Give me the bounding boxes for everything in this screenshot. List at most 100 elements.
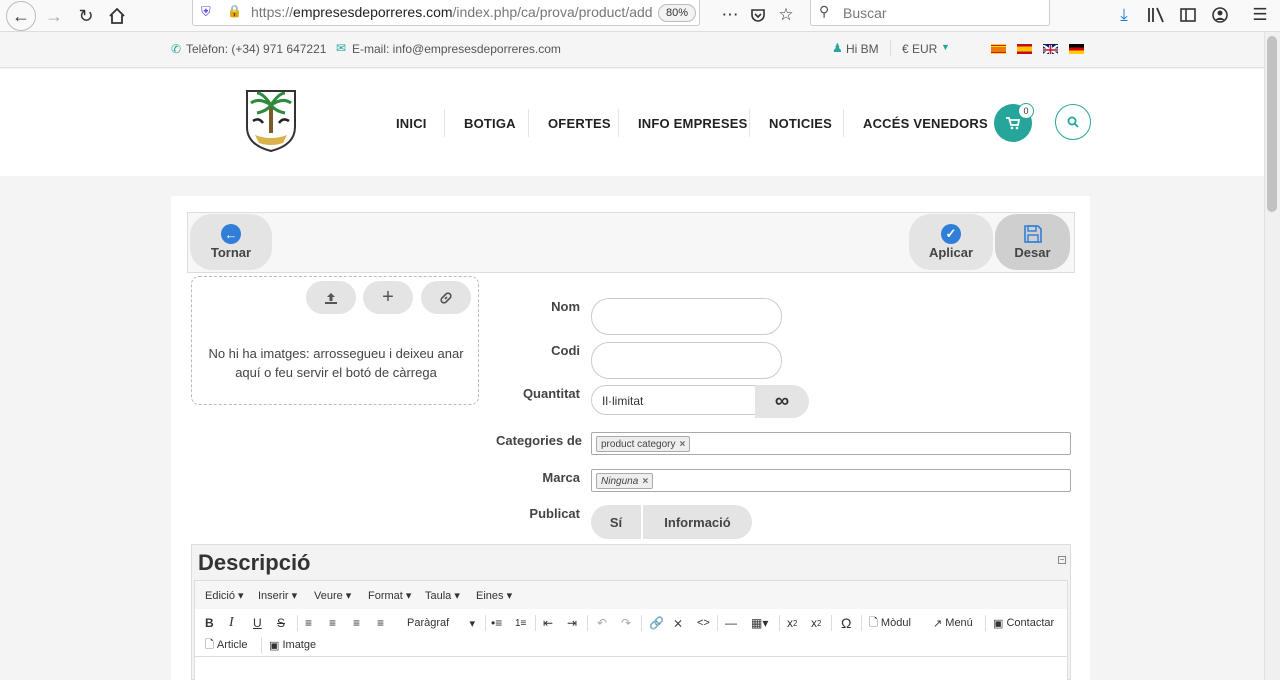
back-icon[interactable]: ← <box>6 1 36 31</box>
insert-link-button[interactable]: 🔗 <box>649 614 664 632</box>
special-character-button[interactable]: Ω <box>841 614 851 632</box>
more-icon[interactable]: ⋯ <box>718 3 742 27</box>
module-button[interactable]: 🗋 Mòdul <box>869 614 911 632</box>
star-icon[interactable]: ☆ <box>774 3 798 27</box>
numbered-list-button[interactable]: 1≡ <box>515 614 526 632</box>
zoom-indicator[interactable]: 80% <box>658 4 696 22</box>
published-info-button[interactable]: Informació <box>643 505 752 539</box>
collapse-icon[interactable]: − <box>1058 556 1066 564</box>
brand-label: Marca <box>542 470 580 485</box>
editor-menu-edicio[interactable]: Edició ▾ <box>205 589 244 602</box>
editor-menubar: Edició ▾ Inserir ▾ Veure ▾ Format ▾ Taul… <box>195 581 1067 609</box>
site-logo[interactable] <box>243 87 299 153</box>
email-text[interactable]: E-mail: info@empresesdeporreres.com <box>352 42 561 56</box>
editor-menu-eines[interactable]: Eines ▾ <box>476 589 512 602</box>
table-button[interactable]: ▦▾ <box>751 614 768 632</box>
pocket-icon[interactable] <box>746 3 770 27</box>
uk-flag-icon[interactable] <box>1043 44 1058 54</box>
url-bar[interactable]: ⛨ 🔒 https://empresesdeporreres.com/index… <box>192 0 700 26</box>
published-yes-button[interactable]: Sí <box>591 505 641 539</box>
unlimited-toggle-button[interactable]: ∞ <box>755 385 809 418</box>
superscript-button[interactable]: x2 <box>811 614 821 632</box>
upload-button[interactable] <box>306 281 356 314</box>
divider <box>297 615 298 631</box>
editor-menu-veure[interactable]: Veure ▾ <box>314 589 351 602</box>
quantity-input[interactable]: Il·limitat <box>591 385 757 415</box>
editor-menu-format[interactable]: Format ▾ <box>368 589 411 602</box>
upload-icon <box>325 292 337 304</box>
indent-button[interactable]: ⇥ <box>567 614 577 632</box>
contact-button[interactable]: ▣ Contactar <box>993 614 1054 632</box>
divider <box>261 637 262 653</box>
horizontal-rule-button[interactable]: — <box>725 614 737 632</box>
brand-tag: Ninguna × <box>596 473 654 489</box>
menu-item-acces-venedors[interactable]: ACCÉS VENEDORS <box>863 116 988 131</box>
divider <box>985 615 986 631</box>
check-icon: ✓ <box>941 224 961 244</box>
forward-icon[interactable]: → <box>40 2 68 30</box>
divider <box>890 40 891 56</box>
strikethrough-button[interactable]: S <box>277 614 285 632</box>
image-icon: ▣ <box>269 639 280 652</box>
sidebar-icon[interactable] <box>1176 3 1200 27</box>
catalan-flag-icon[interactable] <box>991 44 1006 54</box>
user-greeting[interactable]: Hi BM <box>846 42 879 56</box>
save-button[interactable]: Desar <box>995 214 1070 270</box>
align-left-button[interactable]: ≡ <box>305 614 312 632</box>
remove-tag-icon[interactable]: × <box>680 439 686 450</box>
rich-text-editor: Edició ▾ Inserir ▾ Veure ▾ Format ▾ Taul… <box>194 580 1068 680</box>
cart-count-badge: 0 <box>1018 103 1034 119</box>
menu-item-info-empreses[interactable]: INFO EMPRESES <box>638 116 748 131</box>
redo-button[interactable]: ↷ <box>621 614 631 632</box>
editor-content-area[interactable] <box>195 656 1067 680</box>
brand-select[interactable]: Ninguna × <box>591 469 1071 492</box>
categories-label: Categories de <box>496 433 582 448</box>
plus-icon: + <box>382 286 394 308</box>
hamburger-menu-icon[interactable]: ☰ <box>1248 3 1272 27</box>
image-dropzone[interactable]: + No hi ha imatges: arrossegueu i deixeu… <box>191 276 479 405</box>
currency-select[interactable]: € EUR <box>902 42 937 56</box>
add-image-button[interactable]: + <box>363 281 413 314</box>
scrollbar-thumb[interactable] <box>1267 36 1277 212</box>
image-button[interactable]: ▣ Imatge <box>269 636 316 654</box>
reload-icon[interactable]: ↻ <box>72 2 100 30</box>
divider <box>485 615 486 631</box>
subscript-button[interactable]: x2 <box>787 614 797 632</box>
menu-insert-button[interactable]: ↗ Menú <box>933 614 973 632</box>
remove-tag-icon[interactable]: × <box>642 476 648 487</box>
name-input[interactable] <box>591 298 782 335</box>
german-flag-icon[interactable] <box>1069 44 1084 54</box>
library-icon[interactable] <box>1144 3 1168 27</box>
outdent-button[interactable]: ⇤ <box>543 614 553 632</box>
code-input[interactable] <box>591 342 782 379</box>
align-center-button[interactable]: ≡ <box>329 614 336 632</box>
browser-search-input[interactable]: ⚲ Buscar <box>810 0 1050 26</box>
align-justify-button[interactable]: ≡ <box>377 614 384 632</box>
menu-item-inici[interactable]: INICI <box>396 116 427 131</box>
source-code-button[interactable]: <> <box>697 614 710 632</box>
spanish-flag-icon[interactable] <box>1017 44 1032 54</box>
home-icon[interactable] <box>103 2 131 30</box>
align-right-button[interactable]: ≡ <box>353 614 360 632</box>
menu-item-ofertes[interactable]: OFERTES <box>548 116 611 131</box>
divider <box>861 615 862 631</box>
site-search-button[interactable] <box>1055 104 1091 140</box>
add-link-button[interactable] <box>421 281 471 314</box>
editor-menu-inserir[interactable]: Inserir ▾ <box>258 589 297 602</box>
menu-item-noticies[interactable]: NOTICIES <box>769 116 832 131</box>
menu-item-botiga[interactable]: BOTIGA <box>464 116 516 131</box>
bold-button[interactable]: B <box>205 614 214 632</box>
download-icon[interactable]: ⤓ <box>1112 3 1136 27</box>
account-icon[interactable] <box>1208 3 1232 27</box>
back-button[interactable]: ← Tornar <box>190 214 272 270</box>
paragraph-format-select[interactable]: Paràgraf ▾ <box>407 614 475 632</box>
editor-menu-taula[interactable]: Taula ▾ <box>425 589 460 602</box>
bullet-list-button[interactable]: •≡ <box>491 614 502 632</box>
undo-button[interactable]: ↶ <box>597 614 607 632</box>
underline-button[interactable]: U <box>253 614 262 632</box>
remove-link-button[interactable]: ⨯ <box>673 614 683 632</box>
italic-button[interactable]: I <box>229 614 234 632</box>
categories-select[interactable]: product category × <box>591 432 1071 455</box>
article-button[interactable]: 🗋 Article <box>205 636 247 654</box>
apply-button[interactable]: ✓ Aplicar <box>909 214 993 270</box>
